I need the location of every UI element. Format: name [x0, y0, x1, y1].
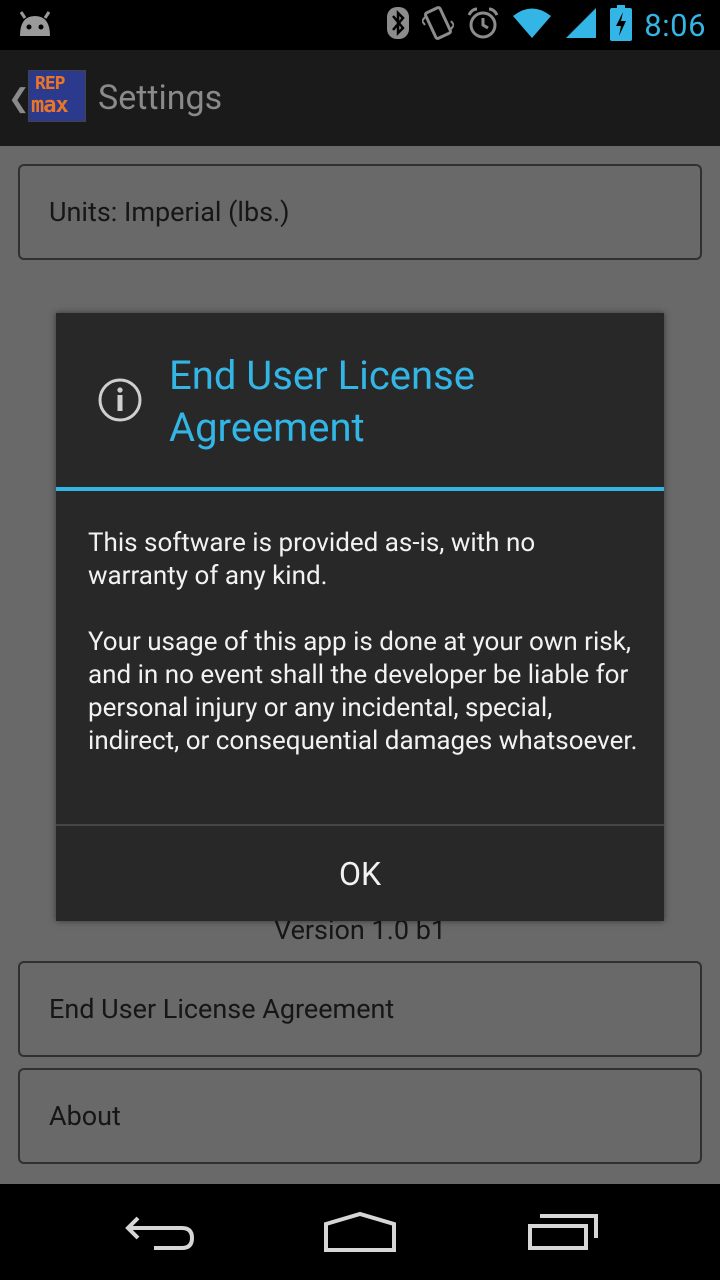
ok-button[interactable]: OK: [56, 826, 664, 921]
android-debug-icon: [16, 10, 54, 42]
logo-text-top: REP: [35, 73, 65, 94]
bluetooth-icon: [386, 6, 410, 44]
about-button[interactable]: About: [18, 1068, 702, 1164]
back-chevron-icon[interactable]: ❮: [8, 84, 30, 114]
units-label: Units: Imperial (lbs.): [49, 196, 290, 228]
vibrate-icon: [420, 5, 456, 45]
dialog-title-divider: [56, 487, 664, 491]
dialog-message: This software is provided as-is, with no…: [88, 527, 640, 791]
battery-charging-icon: [610, 5, 633, 45]
signal-icon: [564, 6, 598, 44]
action-bar: ❮ REP max Settings: [0, 50, 720, 146]
eula-dialog: End User License Agreement This software…: [56, 313, 664, 921]
info-icon: [97, 377, 143, 427]
status-bar: 8:06: [0, 0, 720, 50]
eula-label: End User License Agreement: [49, 993, 395, 1025]
wifi-icon: [512, 7, 552, 43]
page-title: Settings: [98, 78, 223, 118]
navigation-bar: [0, 1184, 720, 1280]
status-clock: 8:06: [644, 6, 706, 44]
units-button[interactable]: Units: Imperial (lbs.): [18, 164, 702, 260]
logo-text-bottom: max: [31, 93, 69, 118]
message-paragraph-2: Your usage of this app is done at your o…: [88, 627, 638, 756]
eula-button[interactable]: End User License Agreement: [18, 961, 702, 1057]
dialog-header: End User License Agreement: [56, 313, 664, 488]
message-paragraph-1: This software is provided as-is, with no…: [88, 528, 536, 591]
recent-apps-icon[interactable]: [526, 1210, 600, 1258]
home-nav-icon[interactable]: [322, 1210, 398, 1258]
about-label: About: [49, 1100, 121, 1132]
alarm-icon: [466, 6, 500, 44]
back-nav-icon[interactable]: [124, 1210, 196, 1258]
dialog-title: End User License Agreement: [169, 352, 475, 451]
app-logo[interactable]: REP max: [28, 70, 86, 122]
